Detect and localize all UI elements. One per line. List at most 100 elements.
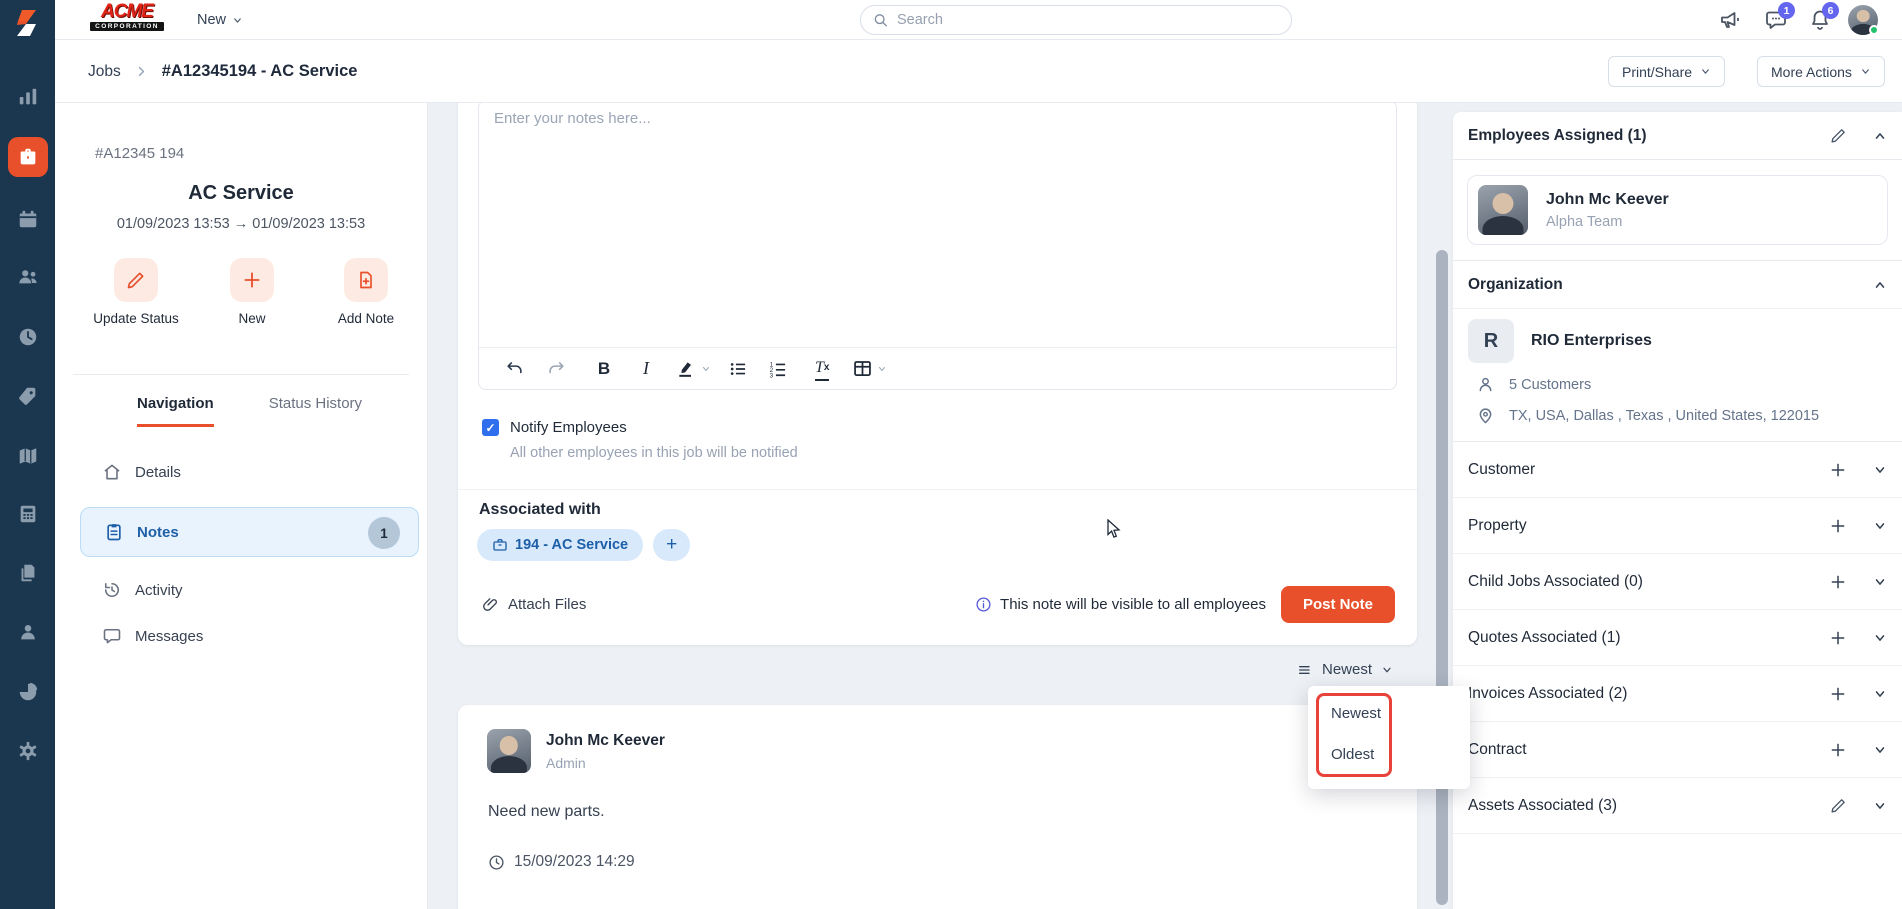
announcements-icon[interactable] — [1718, 8, 1742, 32]
organization-name[interactable]: RIO Enterprises — [1531, 332, 1652, 350]
jobs-icon-active[interactable] — [8, 137, 48, 177]
calendar-icon[interactable] — [17, 208, 39, 230]
plus-icon — [244, 272, 260, 288]
tab-navigation[interactable]: Navigation — [137, 395, 214, 427]
note-item: John Mc Keever Admin Need new parts. 15/… — [458, 705, 1417, 909]
plus-icon[interactable] — [1829, 461, 1847, 479]
sort-option-oldest[interactable]: Oldest — [1308, 734, 1470, 775]
chevron-down-icon[interactable] — [1873, 519, 1887, 533]
company-logo[interactable]: ACME CORPORATION — [90, 2, 164, 31]
paperclip-icon — [483, 598, 497, 611]
bullet-list-button[interactable] — [727, 357, 749, 381]
documents-icon[interactable] — [17, 562, 39, 584]
post-note-button[interactable]: Post Note — [1281, 586, 1395, 623]
section-child-jobs: Child Jobs Associated (0) — [1453, 554, 1902, 610]
print-share-button[interactable]: Print/Share — [1608, 56, 1726, 87]
svg-text:3: 3 — [770, 372, 774, 379]
sort-selected-label: Newest — [1322, 661, 1373, 678]
chevron-down-icon[interactable] — [1873, 631, 1887, 645]
tags-icon[interactable] — [17, 385, 39, 407]
new-menu-button[interactable]: New — [197, 0, 243, 40]
plus-icon[interactable] — [1829, 685, 1847, 703]
timesheet-icon[interactable] — [17, 326, 39, 348]
bold-button[interactable]: B — [593, 357, 615, 381]
tab-status-history[interactable]: Status History — [269, 395, 362, 427]
invoices-icon[interactable] — [17, 503, 39, 525]
associated-job-chip[interactable]: 194 - AC Service — [477, 529, 644, 561]
chevron-down-icon[interactable] — [1873, 799, 1887, 813]
job-title: AC Service — [188, 182, 294, 204]
sort-lines-icon — [1299, 665, 1310, 674]
job-summary-panel: #A12345 194 AC Service 01/09/2023 13:53 … — [55, 103, 428, 909]
person-icon — [1479, 377, 1492, 392]
more-actions-button[interactable]: More Actions — [1757, 56, 1885, 87]
notes-sort-control[interactable]: Newest — [1297, 661, 1393, 678]
employee-name: John Mc Keever — [1546, 190, 1669, 208]
highlight-color-button[interactable] — [675, 357, 697, 381]
chevron-up-icon[interactable] — [1873, 129, 1887, 143]
sidebar-item-details[interactable]: Details — [55, 449, 427, 495]
notifications-icon[interactable]: 6 — [1808, 2, 1839, 32]
chevron-down-icon[interactable] — [1873, 575, 1887, 589]
teams-icon[interactable] — [17, 266, 39, 288]
plus-icon[interactable] — [1829, 629, 1847, 647]
company-logo-text: ACME — [101, 1, 154, 22]
location-pin-icon — [1479, 408, 1492, 424]
sidebar-item-activity[interactable]: Activity — [55, 567, 427, 613]
section-quotes: Quotes Associated (1) — [1453, 610, 1902, 666]
plus-icon[interactable] — [1829, 517, 1847, 535]
editor-toolbar: B I 123 Tx — [479, 347, 1396, 389]
sidebar-item-notes-active[interactable]: Notes 1 — [80, 507, 419, 557]
assigned-employee-card[interactable]: John Mc Keever Alpha Team — [1467, 175, 1888, 245]
italic-button[interactable]: I — [635, 357, 657, 381]
note-composer-card: Enter your notes here... B I 123 Tx ✓ No… — [458, 95, 1417, 645]
sidebar-item-messages[interactable]: Messages — [55, 613, 427, 659]
plus-icon[interactable] — [1829, 741, 1847, 759]
profile-icon[interactable] — [17, 621, 39, 643]
chevron-down-icon[interactable] — [699, 357, 713, 381]
add-note-button[interactable]: Add Note — [321, 258, 411, 326]
pencil-icon[interactable] — [1830, 127, 1847, 144]
pencil-icon[interactable] — [1830, 797, 1847, 814]
sort-option-newest[interactable]: Newest — [1308, 693, 1470, 734]
update-status-button[interactable]: Update Status — [91, 258, 181, 326]
chevron-up-icon[interactable] — [1873, 278, 1887, 292]
chevron-down-icon[interactable] — [1873, 463, 1887, 477]
new-button[interactable]: New — [207, 258, 297, 326]
chat-icon — [103, 628, 121, 644]
job-quick-actions: Update Status New Add Note — [55, 258, 427, 368]
notify-employees-checkbox[interactable]: ✓ Notify Employees — [482, 419, 627, 436]
reports-icon[interactable] — [17, 681, 39, 703]
vertical-scrollbar[interactable] — [1436, 250, 1448, 905]
plus-icon[interactable] — [1829, 573, 1847, 591]
composer-footer: Attach Files This note will be visible t… — [482, 586, 1395, 623]
chevron-down-icon[interactable] — [1873, 743, 1887, 757]
breadcrumb: Jobs #A12345194 - AC Service — [88, 40, 357, 103]
messages-badge: 1 — [1778, 2, 1795, 19]
map-icon[interactable] — [17, 445, 39, 467]
settings-icon[interactable] — [17, 740, 39, 762]
organization-header: Organization — [1453, 261, 1902, 309]
chevron-down-icon[interactable] — [875, 357, 889, 381]
job-id: #A12345 194 — [95, 145, 185, 162]
notify-employees-hint: All other employees in this job will be … — [510, 445, 798, 461]
section-assets: Assets Associated (3) — [1453, 778, 1902, 834]
global-search[interactable] — [860, 5, 1292, 35]
dashboard-icon[interactable] — [17, 86, 39, 108]
redo-icon[interactable] — [545, 357, 567, 381]
note-editor[interactable]: Enter your notes here... B I 123 Tx — [478, 100, 1397, 390]
messages-icon[interactable]: 1 — [1764, 2, 1795, 32]
note-body: Need new parts. — [488, 803, 605, 820]
attach-files-button[interactable]: Attach Files — [482, 596, 586, 613]
info-icon — [976, 597, 991, 612]
breadcrumb-row: Jobs #A12345194 - AC Service Print/Share… — [55, 40, 1902, 103]
app-logo-icon[interactable] — [12, 8, 42, 38]
chevron-down-icon[interactable] — [1873, 687, 1887, 701]
breadcrumb-jobs-link[interactable]: Jobs — [88, 63, 121, 81]
numbered-list-button[interactable]: 123 — [767, 357, 789, 381]
clear-formatting-button[interactable]: Tx — [815, 357, 830, 381]
undo-icon[interactable] — [503, 357, 525, 381]
insert-table-button[interactable] — [851, 357, 873, 381]
add-association-button[interactable]: + — [653, 529, 691, 561]
search-input[interactable] — [897, 12, 1279, 28]
